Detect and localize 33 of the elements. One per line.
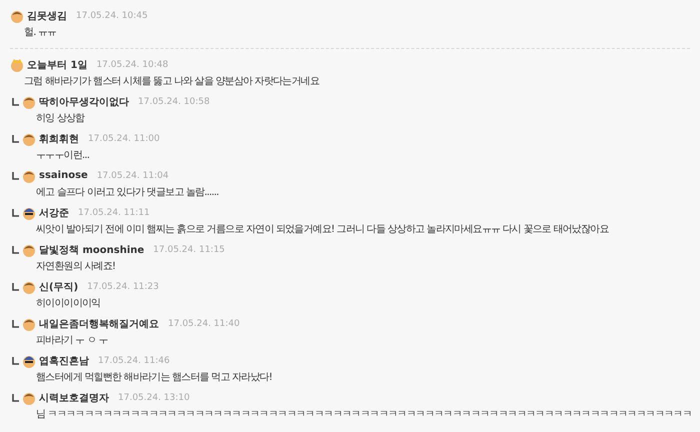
comment-author[interactable]: 서강준 [39,206,69,220]
comment-time: 17.05.24. 10:58 [138,96,210,106]
comment-time: 17.05.24. 11:15 [153,244,225,254]
comment-time: 17.05.24. 10:48 [96,60,168,70]
comment-text: 히이이이이이익 [35,297,102,311]
comment-text: 씨앗이 발아되기 전에 이미 햄찌는 흙으로 거름으로 자연이 되었을거예요! 그러니 다들 상상하고 놀라지마세요ㅠㅠ 다시 꽃으로 태어났잖아요 [35,223,610,237]
comment-time: 17.05.24. 11:46 [98,356,170,366]
comment-author[interactable]: 내일은좀더행복해질거예요 [39,316,159,330]
comment-author[interactable]: 오늘부터 1일 [27,58,88,72]
comment-text: 그럼 해바라기가 햄스터 시체를 뚫고 나와 살을 양분삼아 자랏다는거네요 [23,75,320,89]
comment-time: 17.05.24. 11:00 [88,134,160,144]
comment-author[interactable]: 시력보호결명자 [39,390,109,404]
comment-author[interactable]: 딱히아무생각이없다 [39,94,129,108]
comment-author[interactable]: 휘희휘현 [39,132,79,146]
comment-text: 에고 슬프다 이러고 있다가 댓글보고 놀람...... [35,186,220,200]
comment-text: ㅜㅜㅜ이런... [35,149,90,163]
comment-author[interactable]: 김못생김 [27,8,67,22]
comment-time: 17.05.24. 11:11 [78,208,150,218]
comment-time: 17.05.24. 11:23 [87,282,159,292]
comment-text: 헐. ㅠㅠ [23,26,58,40]
comment-text: 자연환원의 사례죠! [35,260,116,274]
comment-time: 17.05.24. 11:04 [96,170,169,180]
comment-text: 피바라기 ㅜ ㅇ ㅜ [35,334,109,348]
comment-author[interactable]: 달빛정책 moonshine [39,242,144,256]
comment-text: 햄스터에게 먹힐뻔한 해바라기는 햄스터를 먹고 자라났다! [35,371,273,385]
comment-text: 님 ㅋㅋㅋㅋㅋㅋㅋㅋㅋㅋㅋㅋㅋㅋㅋㅋㅋㅋㅋㅋㅋㅋㅋㅋㅋㅋㅋㅋㅋㅋㅋㅋㅋㅋㅋㅋㅋㅋㅋㅋㅋㅋㅋㅋㅋㅋㅋㅋㅋㅋㅋㅋㅋㅋㅋㅋㅋㅋㅋㅋㅋㅋㅋㅋㅋㅋㅋㅋㅋㅋ [35,408,690,422]
comment-text: 히잉 상상함 [35,112,86,126]
comment-time: 17.05.24. 11:40 [168,318,240,328]
comment-author[interactable]: ssainose [39,170,88,181]
comment-author[interactable]: 신(무직) [39,280,78,294]
comment-time: 17.05.24. 10:45 [76,10,148,20]
comment-author[interactable]: 엽혹진흔남 [39,354,89,368]
comment-time: 17.05.24. 13:10 [118,392,190,402]
